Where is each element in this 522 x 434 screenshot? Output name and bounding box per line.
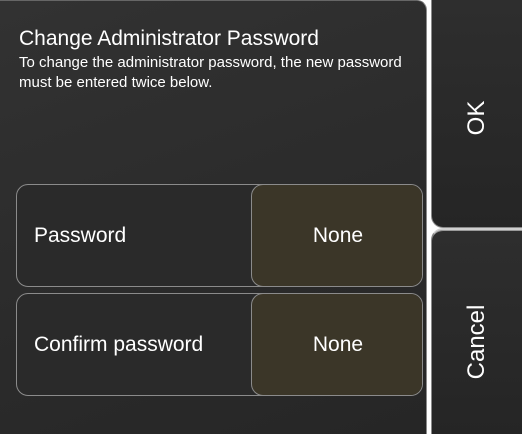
confirm-password-label: Confirm password (34, 333, 204, 356)
confirm-password-row: Confirm password None (16, 293, 423, 396)
cancel-button[interactable]: Cancel (431, 228, 522, 434)
dialog-title: Change Administrator Password (19, 27, 319, 50)
password-field[interactable]: None (251, 185, 422, 286)
password-row: Password None (16, 184, 423, 287)
cancel-button-label: Cancel (463, 304, 490, 380)
ok-button[interactable]: OK (431, 0, 522, 228)
ok-button-label: OK (463, 100, 490, 136)
password-label: Password (34, 224, 127, 247)
dialog-description: To change the administrator password, th… (19, 54, 402, 91)
change-password-dialog: Change Administrator Password To change … (0, 0, 522, 434)
confirm-password-field[interactable]: None (251, 294, 422, 395)
dialog-main-panel: Change Administrator Password To change … (0, 0, 427, 434)
